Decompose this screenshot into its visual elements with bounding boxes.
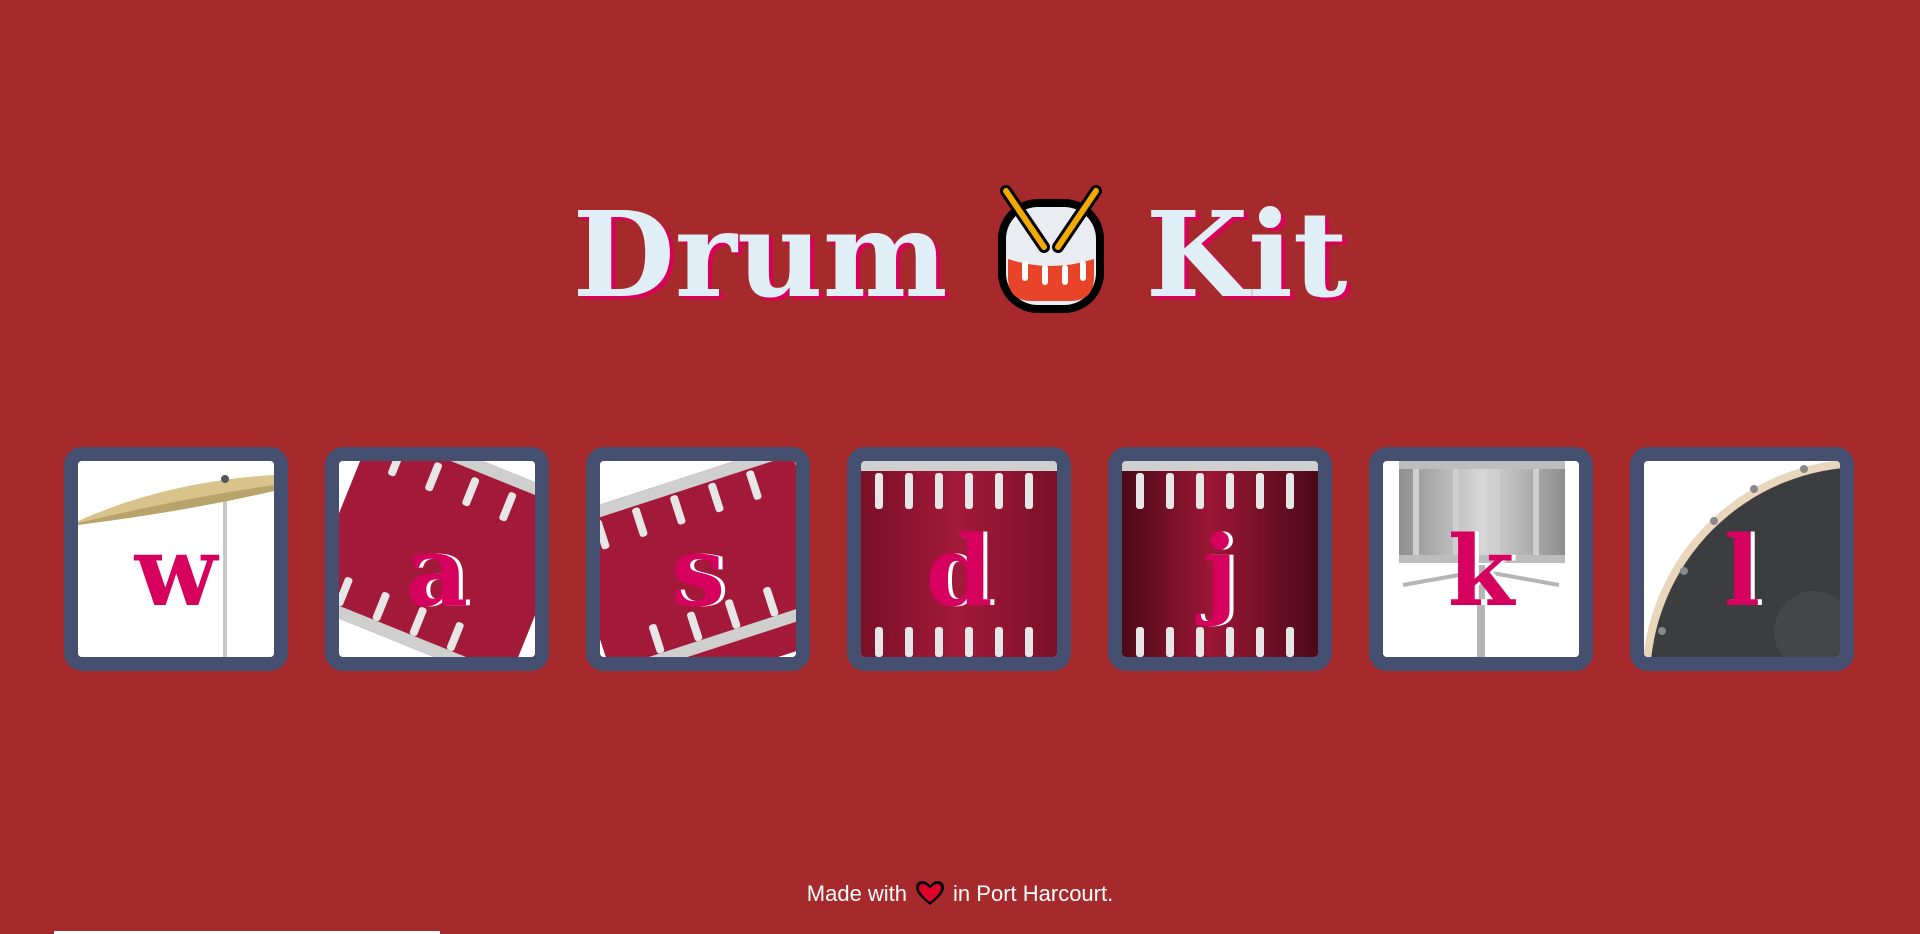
pad-key-letter: w [134,515,218,628]
heart-icon [915,880,945,906]
pad-key-letter: l [1723,515,1761,628]
pad-key-letter: k [1447,515,1515,628]
drum-pad-w[interactable]: w [64,447,288,671]
drum-pads: w a s d j k l [64,447,1858,671]
pad-key-letter: j [1202,515,1238,628]
footer-prefix: Made with [806,881,908,906]
pad-key-letter: s [670,515,726,628]
pad-key-letter: a [405,515,469,628]
drum-pad-k[interactable]: k [1369,447,1593,671]
title-word-drum: Drum [572,184,948,324]
drum-pad-d[interactable]: d [847,447,1071,671]
pad-key-letter: d [925,515,993,628]
footer-suffix: in Port Harcourt. [953,881,1114,906]
title-word-kit: Kit [1145,184,1348,324]
drum-pad-s[interactable]: s [586,447,810,671]
drum-pad-l[interactable]: l [1630,447,1854,671]
drum-pad-j[interactable]: j [1108,447,1332,671]
drum-emoji-icon [986,181,1116,321]
drum-pad-a[interactable]: a [325,447,549,671]
footer: Made with in Port Harcourt. [0,878,1920,910]
page-title: Drum Kit [0,174,1920,325]
